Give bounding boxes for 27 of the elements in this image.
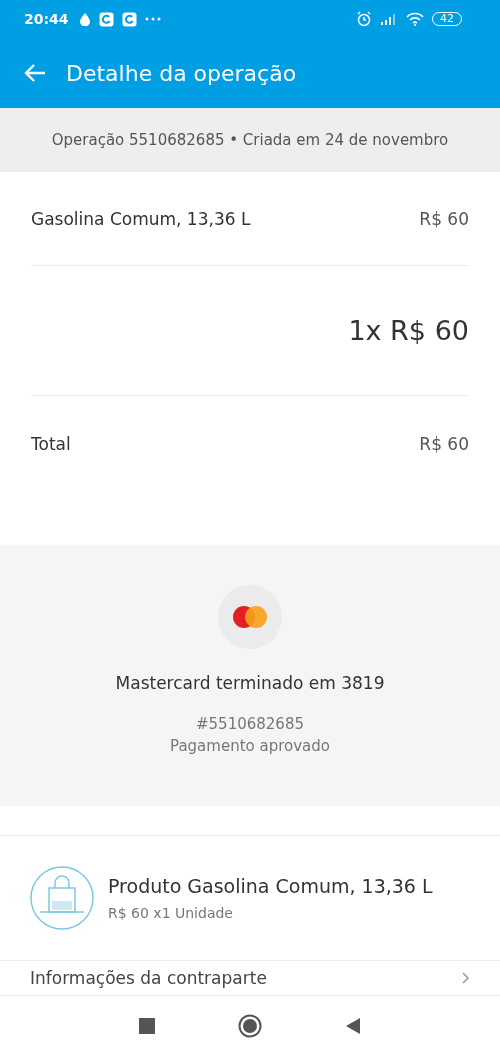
shopping-bag-icon <box>30 866 94 930</box>
counterpart-link[interactable]: Informações da contraparte <box>0 961 500 988</box>
status-time: 20:44 <box>24 11 69 27</box>
chevron-right-icon <box>462 972 470 984</box>
total-value: R$ 60 <box>419 434 469 454</box>
product-title: Produto Gasolina Comum, 13,36 L <box>108 875 433 897</box>
more-icon <box>144 17 161 21</box>
drop-icon <box>78 12 91 26</box>
alarm-icon <box>356 11 372 27</box>
payment-status: Pagamento aprovado <box>170 737 330 755</box>
total-label: Total <box>31 434 71 454</box>
operation-info: Operação 5510682685 • Criada em 24 de novembro <box>51 131 449 149</box>
home-button[interactable] <box>238 1014 262 1038</box>
app-icon <box>98 11 114 27</box>
wifi-icon <box>406 12 424 26</box>
payment-id: #5510682685 <box>196 715 304 733</box>
item-name: Gasolina Comum, 13,36 L <box>31 208 251 229</box>
page-title: Detalhe da operação <box>66 60 297 86</box>
item-price: R$ 60 <box>419 208 469 229</box>
app-icon <box>121 11 137 27</box>
quantity-total: 1x R$ 60 <box>348 315 469 346</box>
signal-icon <box>380 13 398 25</box>
back-nav-button[interactable] <box>345 1017 361 1035</box>
back-arrow-icon <box>24 64 46 82</box>
product-subtitle: R$ 60 x1 Unidade <box>108 905 234 921</box>
card-description: Mastercard terminado em 3819 <box>115 673 385 693</box>
back-button[interactable] <box>24 64 46 82</box>
